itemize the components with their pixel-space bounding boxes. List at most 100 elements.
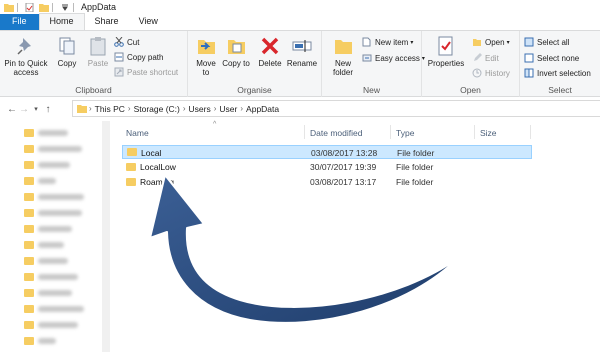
breadcrumb-separator: › bbox=[182, 104, 186, 113]
tab-file[interactable]: File bbox=[0, 14, 39, 30]
cut-button[interactable]: Cut bbox=[114, 37, 139, 47]
recent-locations-icon[interactable]: ▾ bbox=[30, 105, 42, 113]
folder-icon bbox=[24, 145, 34, 153]
folder-icon bbox=[24, 209, 34, 217]
nav-scrollbar[interactable] bbox=[102, 121, 110, 352]
column-header-size[interactable]: Size bbox=[480, 125, 497, 141]
column-divider[interactable] bbox=[304, 125, 305, 139]
easy-access-button[interactable]: Easy access ▾ bbox=[362, 53, 425, 63]
table-row[interactable]: LocalLow 30/07/2017 19:39 File folder bbox=[122, 160, 532, 174]
paste-shortcut-button[interactable]: Paste shortcut bbox=[114, 67, 178, 77]
rename-label: Rename bbox=[286, 59, 318, 68]
invert-selection-button[interactable]: Invert selection bbox=[524, 68, 591, 78]
select-none-button[interactable]: Select none bbox=[524, 53, 579, 63]
nav-item[interactable] bbox=[24, 191, 84, 203]
column-divider[interactable] bbox=[390, 125, 391, 139]
nav-item[interactable] bbox=[24, 255, 68, 267]
select-group-label: Select bbox=[548, 85, 572, 95]
open-icon bbox=[473, 39, 481, 46]
paste-button[interactable]: Paste bbox=[84, 35, 112, 68]
folder-icon bbox=[24, 273, 34, 281]
breadcrumb-user[interactable]: User bbox=[219, 104, 237, 114]
nav-item[interactable] bbox=[24, 303, 84, 315]
blurred-label bbox=[38, 226, 72, 232]
nav-item[interactable] bbox=[24, 271, 78, 283]
properties-button[interactable]: Properties bbox=[426, 35, 466, 68]
nav-item[interactable] bbox=[24, 287, 72, 299]
table-row[interactable]: Roaming 03/08/2017 13:17 File folder bbox=[122, 175, 532, 189]
new-item-icon bbox=[362, 37, 371, 47]
file-type: File folder bbox=[396, 177, 434, 187]
blurred-label bbox=[38, 258, 68, 264]
nav-item[interactable] bbox=[24, 239, 64, 251]
nav-item[interactable] bbox=[24, 143, 82, 155]
copy-path-button[interactable]: Copy path bbox=[114, 52, 163, 62]
new-folder-icon[interactable] bbox=[39, 3, 49, 12]
folder-icon bbox=[126, 163, 136, 171]
file-name: Roaming bbox=[140, 177, 175, 187]
open-button[interactable]: Open ▾ bbox=[472, 37, 510, 47]
select-all-button[interactable]: Select all bbox=[524, 37, 569, 47]
pin-to-quick-access-button[interactable]: Pin to Quick access bbox=[4, 35, 48, 77]
breadcrumb-storage[interactable]: Storage (C:) bbox=[134, 104, 180, 114]
new-folder-button[interactable]: New folder bbox=[326, 35, 360, 77]
copy-label: Copy bbox=[57, 59, 77, 68]
tab-share[interactable]: Share bbox=[85, 14, 129, 30]
rename-button[interactable]: Rename bbox=[286, 35, 318, 68]
blurred-label bbox=[38, 322, 78, 328]
new-item-button[interactable]: New item ▾ bbox=[362, 37, 413, 47]
table-row[interactable]: Local 03/08/2017 13:28 File folder bbox=[122, 145, 532, 159]
column-header-date[interactable]: Date modified bbox=[310, 125, 362, 141]
blurred-label bbox=[38, 178, 56, 184]
forward-arrow-icon[interactable]: → bbox=[18, 104, 30, 115]
column-divider[interactable] bbox=[474, 125, 475, 139]
address-bar[interactable]: › This PC › Storage (C:) › Users › User … bbox=[72, 100, 600, 117]
folder-icon bbox=[126, 178, 136, 186]
properties-icon[interactable] bbox=[25, 2, 35, 12]
tab-home[interactable]: Home bbox=[38, 13, 85, 30]
edit-icon bbox=[474, 53, 482, 61]
back-arrow-icon[interactable]: ← bbox=[6, 104, 18, 115]
folder-icon bbox=[24, 257, 34, 265]
paste-icon bbox=[90, 37, 106, 56]
breadcrumb-separator: › bbox=[89, 104, 92, 113]
nav-item[interactable] bbox=[24, 127, 68, 139]
edit-button[interactable]: Edit bbox=[472, 53, 499, 63]
paste-shortcut-label: Paste shortcut bbox=[127, 67, 179, 77]
select-group: Select all Select none Invert selection … bbox=[520, 31, 600, 97]
folder-icon bbox=[24, 193, 34, 201]
copy-to-button[interactable]: Copy to bbox=[222, 35, 250, 68]
nav-item[interactable] bbox=[24, 319, 78, 331]
nav-item[interactable] bbox=[24, 223, 72, 235]
breadcrumb-users[interactable]: Users bbox=[189, 104, 211, 114]
nav-item[interactable] bbox=[24, 175, 56, 187]
move-to-label: Move to bbox=[196, 59, 216, 77]
chevron-down-icon[interactable] bbox=[60, 3, 70, 12]
cut-label: Cut bbox=[127, 37, 140, 47]
up-arrow-icon[interactable]: ↑ bbox=[42, 104, 54, 115]
tab-view[interactable]: View bbox=[129, 14, 168, 30]
file-name: Local bbox=[141, 148, 162, 158]
chevron-down-icon: ▾ bbox=[410, 39, 414, 46]
move-to-button[interactable]: Move to bbox=[192, 35, 220, 77]
delete-button[interactable]: Delete bbox=[256, 35, 284, 68]
window-title: AppData bbox=[81, 2, 117, 12]
nav-item[interactable] bbox=[24, 207, 82, 219]
column-divider[interactable] bbox=[530, 125, 531, 139]
history-button[interactable]: History bbox=[472, 68, 510, 78]
column-header-type[interactable]: Type bbox=[396, 125, 414, 141]
column-header-name[interactable]: Name bbox=[126, 125, 149, 141]
blurred-label bbox=[38, 146, 82, 152]
invert-selection-label: Invert selection bbox=[537, 68, 591, 78]
properties-label: Properties bbox=[427, 59, 465, 68]
copy-to-label: Copy to bbox=[222, 59, 250, 68]
breadcrumb-this-pc[interactable]: This PC bbox=[95, 104, 125, 114]
blurred-label bbox=[38, 274, 78, 280]
nav-item[interactable] bbox=[24, 335, 56, 347]
nav-item[interactable] bbox=[24, 159, 70, 171]
history-icon bbox=[472, 68, 482, 78]
copy-button[interactable]: Copy bbox=[52, 35, 82, 68]
paste-shortcut-icon bbox=[114, 67, 124, 77]
new-folder-label: New folder bbox=[332, 59, 353, 77]
breadcrumb-appdata[interactable]: AppData bbox=[246, 104, 279, 114]
